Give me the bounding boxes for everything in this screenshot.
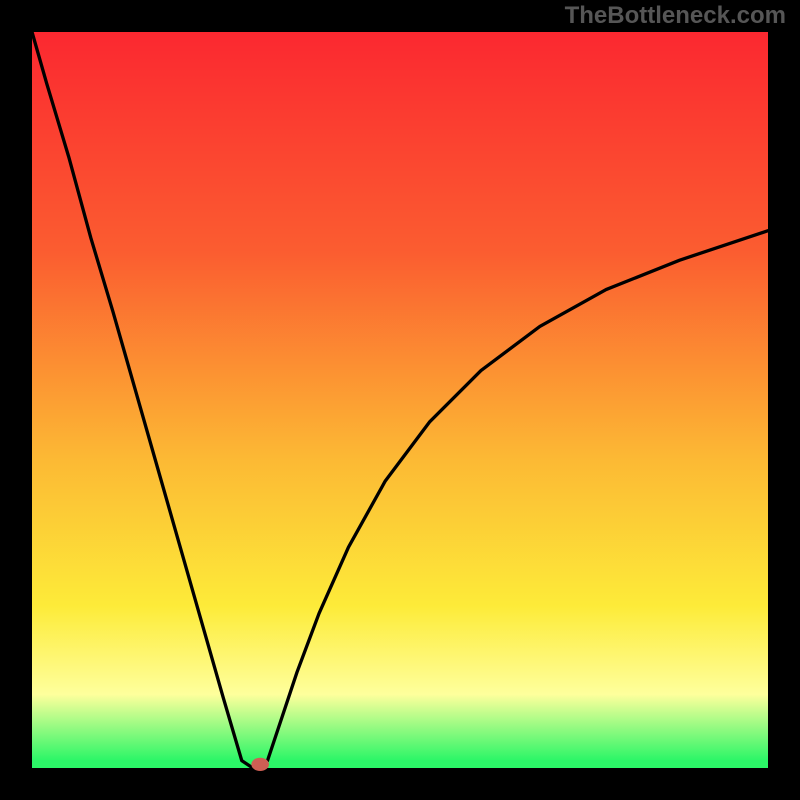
curve-svg [32, 32, 768, 768]
plot-area [32, 32, 768, 768]
bottleneck-curve [32, 32, 768, 768]
minimum-marker-icon [251, 758, 269, 771]
chart-frame: TheBottleneck.com [0, 0, 800, 800]
watermark-text: TheBottleneck.com [565, 2, 786, 30]
